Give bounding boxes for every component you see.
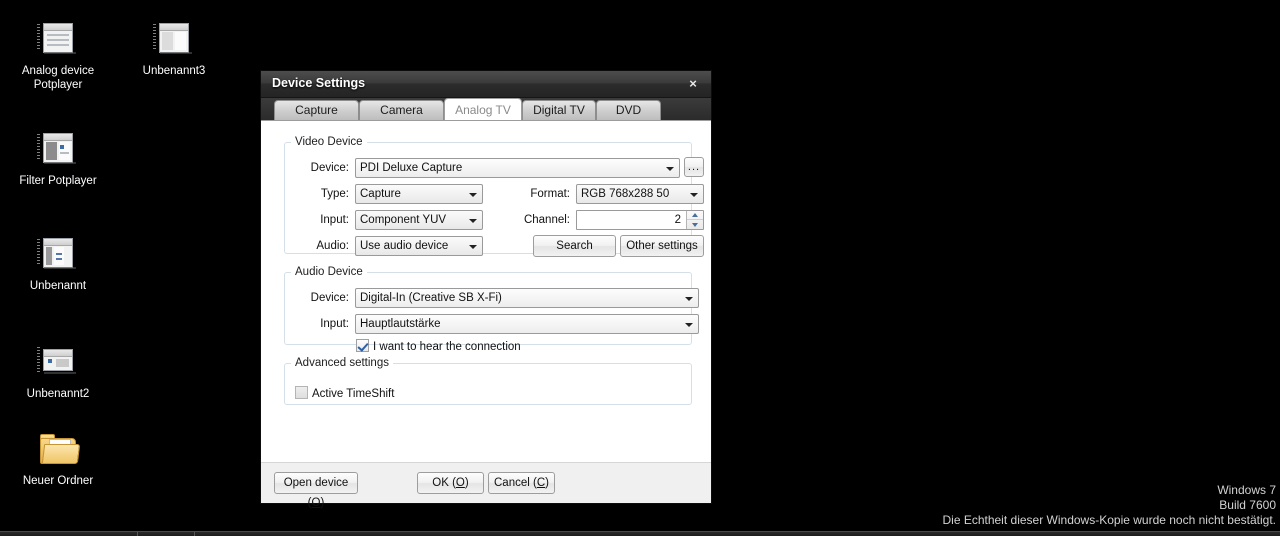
chevron-down-icon	[469, 219, 477, 223]
desktop-icon-label: Unbenannt2	[3, 387, 113, 401]
chevron-down-icon	[690, 193, 698, 197]
window-document-icon	[36, 343, 80, 383]
tab-camera[interactable]: Camera	[359, 100, 444, 120]
windows-activation-watermark: Windows 7 Build 7600 Die Echtheit dieser…	[942, 483, 1276, 528]
audio-device-label: Device:	[293, 288, 349, 308]
audio-input-value: Hauptlautstärke	[360, 318, 441, 330]
tab-capture[interactable]: Capture	[274, 100, 359, 120]
cancel-button[interactable]: Cancel (C)	[488, 472, 555, 494]
desktop-icon-unbenannt3[interactable]: Unbenannt3	[119, 20, 229, 78]
ok-post: )	[465, 477, 469, 489]
desktop-icon-label: Unbenannt	[3, 279, 113, 293]
desktop-icon-label: Analog device Potplayer	[3, 64, 113, 92]
audio-device-group: Audio Device Device: Digital-In (Creativ…	[284, 266, 692, 345]
video-device-legend: Video Device	[291, 136, 367, 148]
cancel-accelerator: C	[537, 477, 545, 489]
desktop-icon-unbenannt[interactable]: Unbenannt	[3, 235, 113, 293]
other-settings-button[interactable]: Other settings	[620, 235, 704, 257]
watermark-line-os: Windows 7	[942, 483, 1276, 498]
active-timeshift-label: Active TimeShift	[312, 388, 394, 400]
chevron-down-icon	[685, 297, 693, 301]
desktop-icon-analog-device-potplayer[interactable]: Analog device Potplayer	[3, 20, 113, 92]
dialog-footer: Open device (O) OK (O) Cancel (C)	[261, 462, 711, 503]
video-channel-label: Channel:	[485, 210, 570, 230]
dialog-title: Device Settings	[272, 76, 365, 90]
video-input-select[interactable]: Component YUV	[355, 210, 483, 230]
audio-input-select[interactable]: Hauptlautstärke	[355, 314, 699, 334]
cancel-pre: Cancel (	[494, 477, 537, 489]
watermark-line-notice: Die Echtheit dieser Windows-Kopie wurde …	[942, 513, 1276, 528]
tab-strip[interactable]: Capture Camera Analog TV Digital TV DVD	[261, 98, 711, 120]
video-input-value: Component YUV	[360, 214, 446, 226]
video-device-select[interactable]: PDI Deluxe Capture	[355, 158, 680, 178]
active-timeshift-checkbox[interactable]	[295, 386, 308, 399]
desktop-icon-label: Unbenannt3	[119, 64, 229, 78]
video-audio-select[interactable]: Use audio device	[355, 236, 483, 256]
video-type-select[interactable]: Capture	[355, 184, 483, 204]
video-audio-value: Use audio device	[360, 240, 448, 252]
stepper-buttons[interactable]	[686, 211, 703, 229]
chevron-down-icon	[666, 167, 674, 171]
cancel-post: )	[545, 477, 549, 489]
search-button[interactable]: Search	[533, 235, 616, 257]
taskbar[interactable]	[0, 531, 1280, 536]
open-device-button[interactable]: Open device (O)	[274, 472, 358, 494]
close-icon[interactable]: ×	[681, 75, 705, 93]
dialog-content: Video Device Device: PDI Deluxe Capture …	[261, 120, 711, 462]
window-document-icon	[36, 130, 80, 170]
desktop-icon-unbenannt2[interactable]: Unbenannt2	[3, 343, 113, 401]
video-channel-stepper[interactable]: 2	[576, 210, 704, 230]
desktop-icon-label: Filter Potplayer	[3, 174, 113, 188]
chevron-down-icon	[469, 193, 477, 197]
desktop-icon-neuer-ordner[interactable]: Neuer Ordner	[3, 430, 113, 488]
ok-accelerator: O	[456, 477, 465, 489]
video-audio-label: Audio:	[293, 236, 349, 256]
tab-dvd[interactable]: DVD	[596, 100, 661, 120]
active-timeshift-checkbox-row[interactable]: Active TimeShift	[295, 386, 394, 401]
audio-device-value: Digital-In (Creative SB X-Fi)	[360, 292, 502, 304]
window-document-icon	[36, 20, 80, 60]
video-format-select[interactable]: RGB 768x288 50	[576, 184, 704, 204]
chevron-down-icon	[469, 245, 477, 249]
video-device-group: Video Device Device: PDI Deluxe Capture …	[284, 136, 692, 254]
stepper-down-icon[interactable]	[687, 220, 703, 229]
video-channel-value: 2	[581, 211, 681, 229]
stepper-up-icon[interactable]	[687, 211, 703, 220]
window-document-icon	[36, 235, 80, 275]
video-type-label: Type:	[293, 184, 349, 204]
audio-device-legend: Audio Device	[291, 266, 367, 278]
watermark-line-build: Build 7600	[942, 498, 1276, 513]
video-device-label: Device:	[293, 158, 349, 178]
open-device-post: )	[320, 497, 324, 509]
advanced-settings-group: Advanced settings Active TimeShift	[284, 357, 692, 405]
chevron-down-icon	[685, 323, 693, 327]
audio-input-label: Input:	[293, 314, 349, 334]
desktop[interactable]: Analog device Potplayer Unbenannt3 Filte…	[0, 0, 1280, 536]
advanced-settings-legend: Advanced settings	[291, 357, 393, 369]
video-format-value: RGB 768x288 50	[581, 188, 669, 200]
video-input-label: Input:	[293, 210, 349, 230]
device-settings-dialog[interactable]: Device Settings × Capture Camera Analog …	[260, 70, 712, 504]
folder-icon	[36, 430, 80, 470]
video-format-label: Format:	[485, 184, 570, 204]
hear-connection-checkbox[interactable]	[356, 339, 369, 352]
hear-connection-checkbox-row[interactable]: I want to hear the connection	[356, 339, 521, 354]
dialog-titlebar[interactable]: Device Settings ×	[261, 71, 711, 98]
video-device-browse-button[interactable]: ...	[684, 157, 704, 177]
desktop-icon-label: Neuer Ordner	[3, 474, 113, 488]
tab-digital-tv[interactable]: Digital TV	[522, 100, 596, 120]
hear-connection-label: I want to hear the connection	[373, 341, 521, 353]
video-type-value: Capture	[360, 188, 401, 200]
desktop-icon-filter-potplayer[interactable]: Filter Potplayer	[3, 130, 113, 188]
window-document-icon	[152, 20, 196, 60]
tab-analog-tv[interactable]: Analog TV	[444, 98, 522, 120]
ok-pre: OK (	[432, 477, 456, 489]
ok-button[interactable]: OK (O)	[417, 472, 484, 494]
video-device-value: PDI Deluxe Capture	[360, 162, 462, 174]
audio-device-select[interactable]: Digital-In (Creative SB X-Fi)	[355, 288, 699, 308]
